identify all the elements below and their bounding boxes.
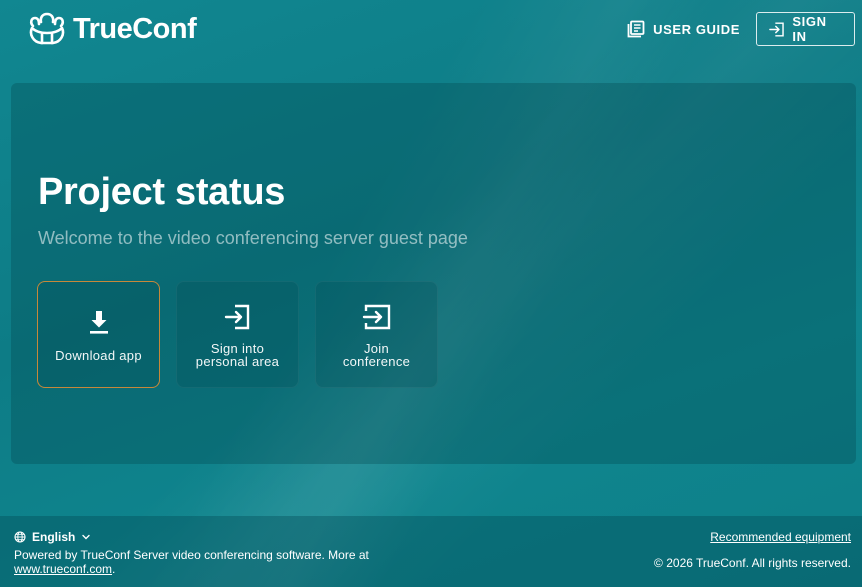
footer: English Powered by TrueConf Server video…: [0, 516, 862, 587]
logo[interactable]: TrueConf: [27, 12, 197, 46]
powered-by-label: Powered by TrueConf Server video confere…: [14, 548, 369, 562]
sign-in-icon: [224, 304, 249, 329]
join-conference-icon: [362, 304, 390, 329]
main-panel: Project status Welcome to the video conf…: [11, 83, 856, 464]
sign-in-button[interactable]: SIGN IN: [756, 12, 855, 46]
page-subtitle: Welcome to the video conferencing server…: [38, 228, 468, 248]
trueconf-website-link[interactable]: www.trueconf.com: [14, 562, 112, 576]
recommended-equipment-link[interactable]: Recommended equipment: [710, 530, 851, 544]
language-label: English: [32, 530, 76, 544]
download-app-card[interactable]: Download app: [37, 281, 160, 388]
sign-in-label: SIGN IN: [792, 14, 827, 44]
sign-into-personal-area-card[interactable]: Sign into personal area: [176, 281, 299, 388]
join-conference-card[interactable]: Join conference: [315, 281, 438, 388]
logo-text: TrueConf: [73, 12, 197, 45]
user-guide-label: USER GUIDE: [653, 21, 740, 37]
action-cards: Download app Sign into personal area Joi…: [37, 281, 438, 388]
globe-icon: [14, 531, 26, 543]
user-guide-link[interactable]: USER GUIDE: [627, 20, 740, 38]
sign-into-label-line1: Sign into: [210, 340, 265, 356]
header: TrueConf USER GUIDE SIGN IN: [0, 0, 862, 58]
powered-by-text: Powered by TrueConf Server video confere…: [14, 548, 374, 576]
powered-by-suffix: .: [112, 562, 116, 576]
language-selector[interactable]: English: [14, 530, 91, 544]
trueconf-logo-icon: [29, 12, 65, 45]
book-icon: [627, 20, 645, 38]
login-icon: [769, 21, 784, 37]
download-app-label: Download app: [55, 348, 142, 363]
chevron-down-icon: [82, 534, 91, 540]
page-title: Project status: [38, 171, 286, 213]
download-icon: [89, 311, 108, 334]
join-label-line2: conference: [342, 353, 411, 369]
join-label-line1: Join: [363, 340, 390, 356]
header-actions: USER GUIDE SIGN IN: [627, 12, 855, 46]
copyright: © 2026 TrueConf. All rights reserved.: [654, 556, 851, 570]
sign-into-label-line2: personal area: [195, 353, 280, 369]
